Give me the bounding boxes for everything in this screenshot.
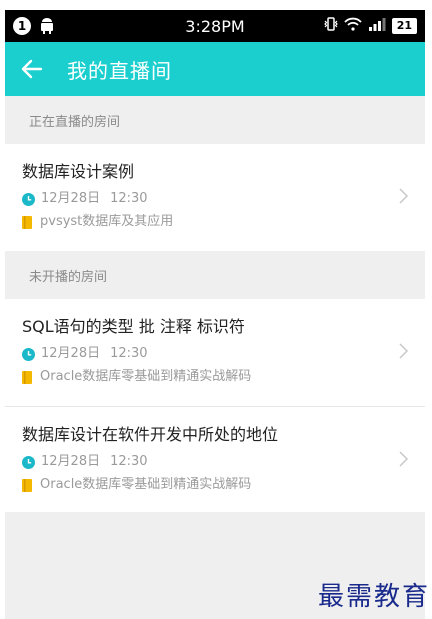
room-date: 12月28日: [41, 346, 101, 361]
room-date: 12月28日: [41, 191, 101, 206]
room-time: 12:30: [110, 454, 148, 469]
page-title: 我的直播间: [67, 58, 172, 83]
phone-screen: 1 3:28PM 21 我的直播间 正在直播的房间 数据库设计案例 12月28日…: [5, 10, 425, 619]
room-time: 12:30: [110, 191, 148, 206]
room-title: 数据库设计在软件开发中所处的地位: [22, 425, 279, 444]
battery-indicator: 21: [391, 18, 417, 34]
room-time: 12:30: [110, 346, 148, 361]
signal-icon: [368, 17, 386, 35]
clock-icon: [22, 347, 35, 361]
upcoming-section-header: 未开播的房间: [5, 251, 425, 299]
arrow-left-icon[interactable]: [19, 56, 45, 82]
watermark: 最需教育: [317, 582, 430, 612]
chevron-right-icon: [398, 186, 410, 206]
notification-badge: 1: [13, 17, 31, 35]
android-icon: [39, 18, 55, 34]
app-bar: 我的直播间: [5, 42, 425, 96]
chevron-right-icon: [398, 449, 410, 469]
live-section-header: 正在直播的房间: [5, 96, 425, 144]
status-bar: 1 3:28PM 21: [5, 10, 425, 42]
live-room-item[interactable]: 数据库设计案例 12月28日 12:30 pvsyst数据库及其应用: [5, 144, 425, 251]
room-title: SQL语句的类型 批 注释 标识符: [22, 317, 245, 336]
room-date: 12月28日: [41, 454, 101, 469]
upcoming-room-item[interactable]: 数据库设计在软件开发中所处的地位 12月28日 12:30 Oracle数据库零…: [5, 406, 425, 512]
chevron-right-icon: [398, 341, 410, 361]
book-icon: [22, 215, 32, 229]
room-course: Oracle数据库零基础到精通实战解码: [40, 477, 252, 492]
upcoming-room-item[interactable]: SQL语句的类型 批 注释 标识符 12月28日 12:30 Oracle数据库…: [5, 299, 425, 406]
wifi-icon: [344, 17, 362, 35]
book-icon: [22, 370, 32, 384]
book-icon: [22, 478, 32, 492]
room-course: pvsyst数据库及其应用: [40, 214, 174, 229]
clock-icon: [22, 455, 35, 469]
clock-icon: [22, 192, 35, 206]
vibrate-icon: [323, 16, 338, 36]
room-course: Oracle数据库零基础到精通实战解码: [40, 369, 252, 384]
room-title: 数据库设计案例: [22, 162, 135, 181]
